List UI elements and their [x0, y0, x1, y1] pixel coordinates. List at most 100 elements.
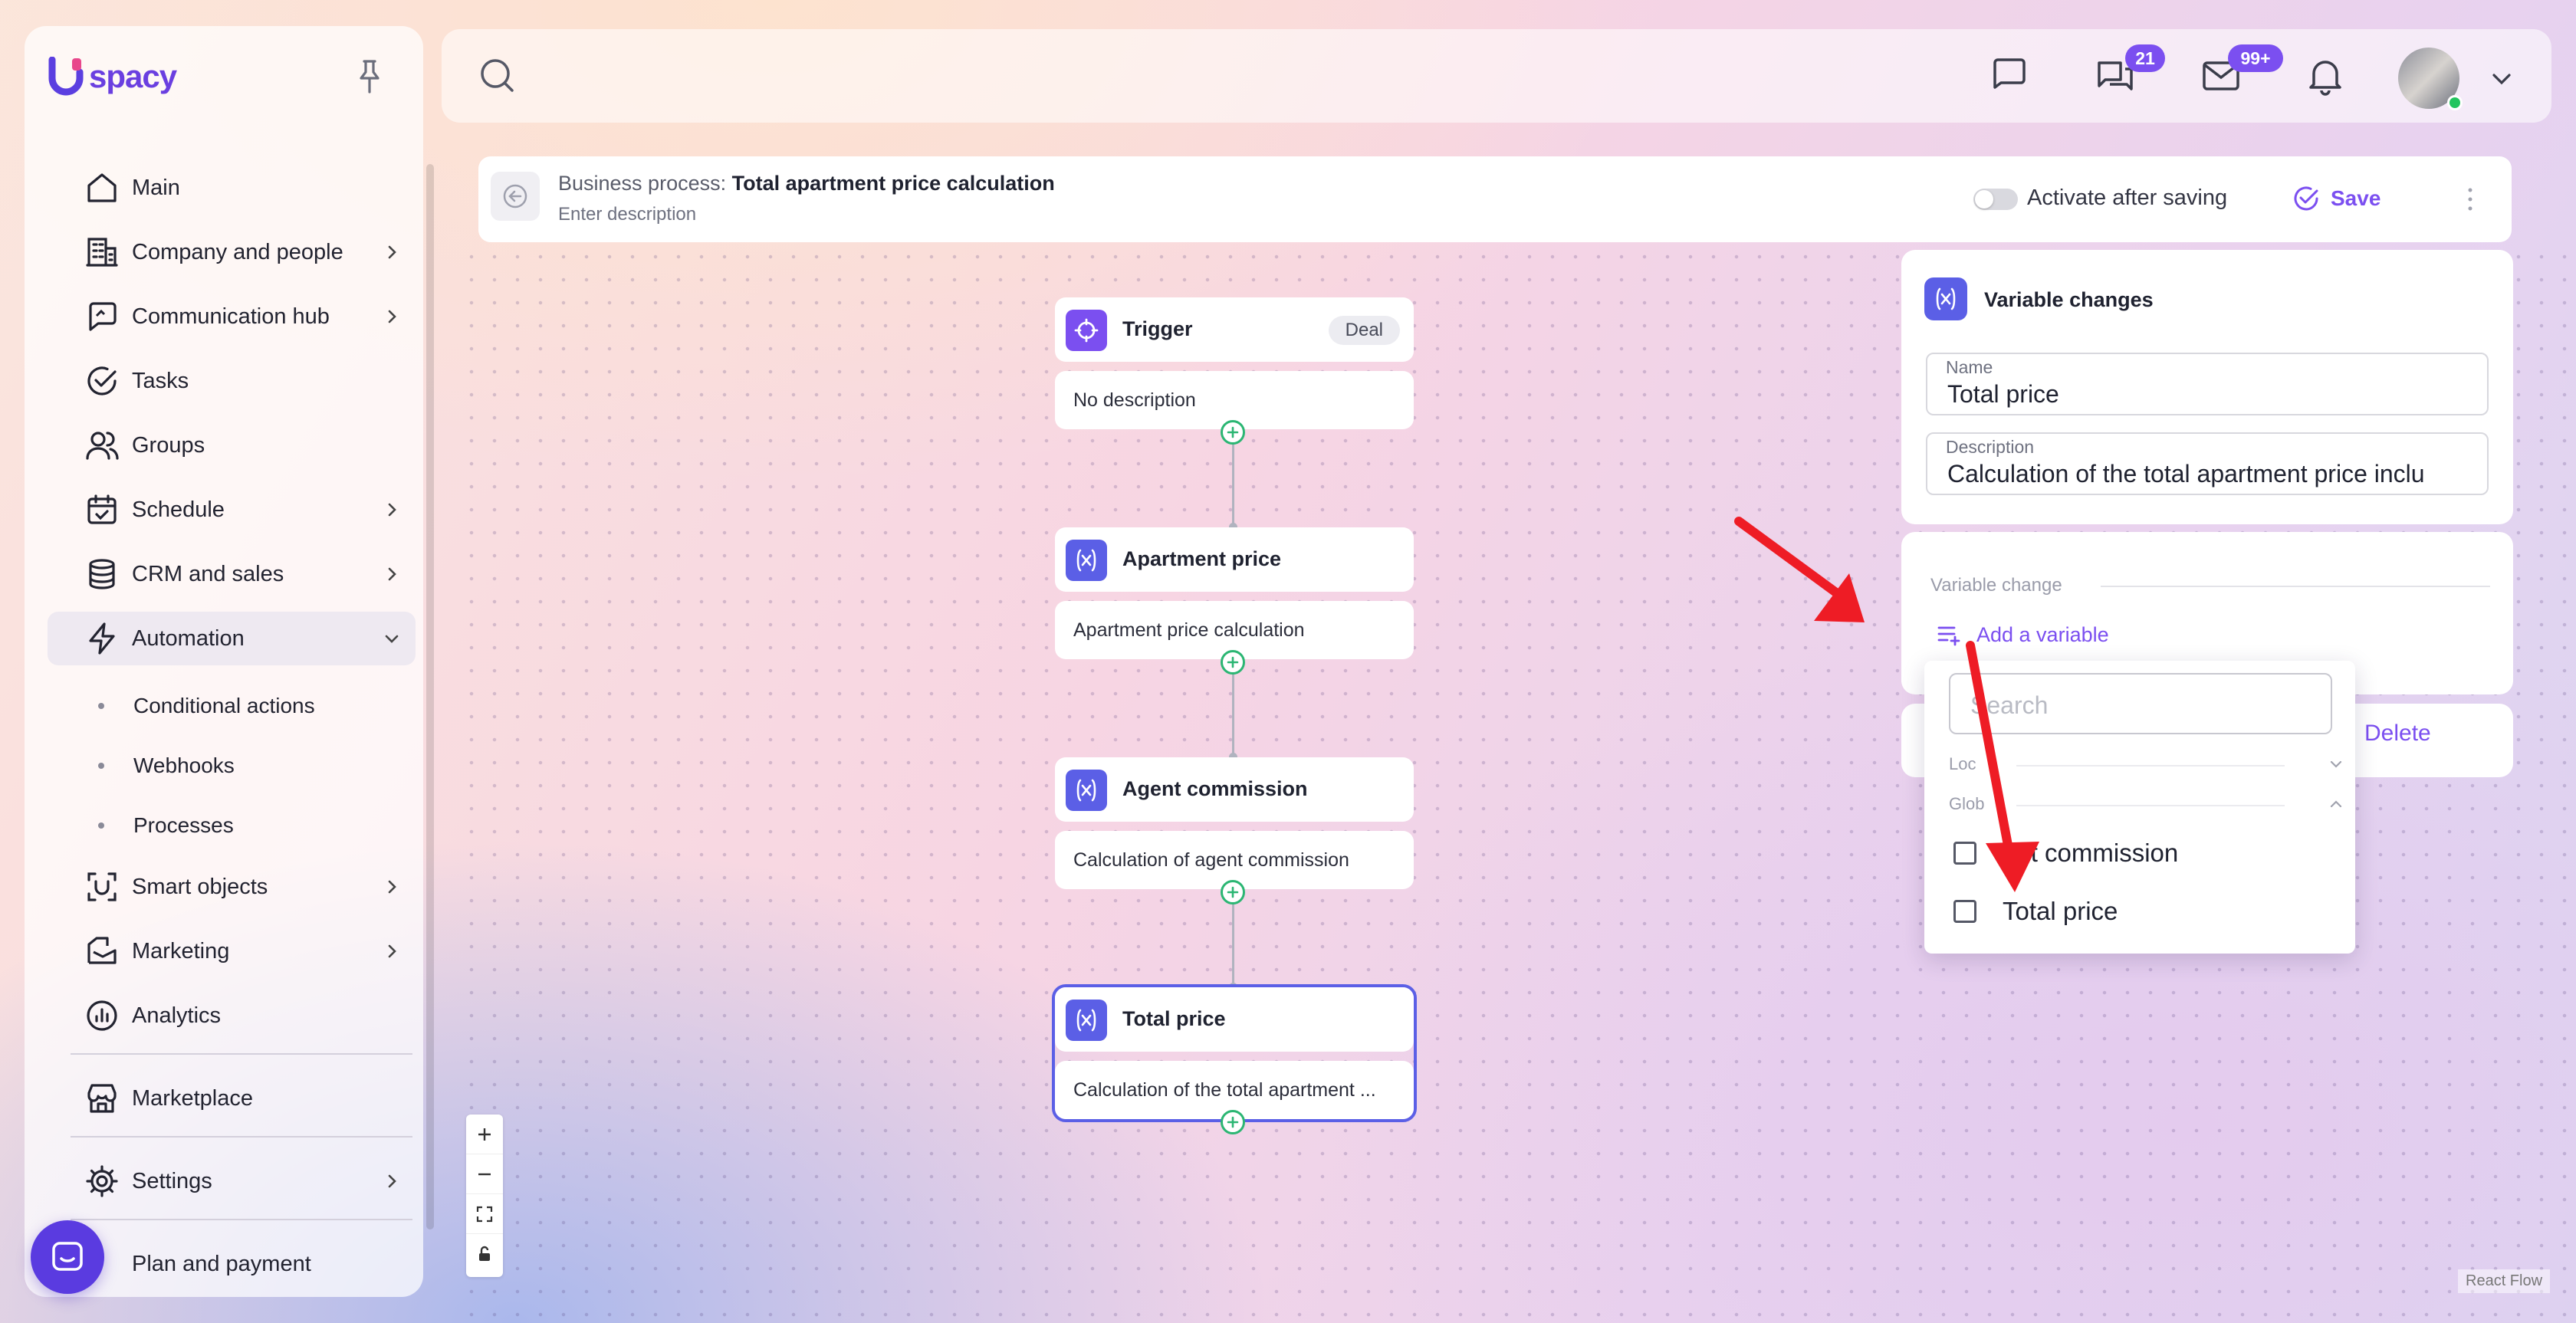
sidebar-divider: [71, 1219, 412, 1220]
sidebar-item-automation[interactable]: Automation: [48, 612, 416, 665]
checkbox[interactable]: [1953, 900, 1976, 923]
section-label: Variable change: [1930, 575, 2062, 596]
plus-icon: [1227, 426, 1239, 438]
sidebar-item-groups[interactable]: Groups: [48, 419, 416, 472]
dropdown-option[interactable]: Total price: [1953, 891, 2118, 932]
fullscreen-icon: [476, 1206, 493, 1222]
logo-text: spacy: [89, 58, 177, 94]
sidebar-item-smart-objects[interactable]: Smart objects: [48, 860, 416, 914]
minus-icon: [478, 1173, 491, 1175]
users-icon: [86, 432, 119, 460]
zoom-out-button[interactable]: [466, 1154, 503, 1194]
add-variable-label: Add a variable: [1976, 622, 2109, 646]
group-local-label[interactable]: Loc: [1949, 754, 1976, 774]
name-field[interactable]: Name Total price: [1926, 353, 2489, 415]
sidebar-subitem-processes[interactable]: Processes: [48, 796, 416, 855]
plus-icon: [1227, 656, 1239, 668]
activate-toggle[interactable]: [1973, 189, 2018, 210]
add-step-button[interactable]: [1221, 880, 1245, 904]
sidebar-item-marketing[interactable]: Marketing: [48, 924, 416, 978]
add-variable-button[interactable]: Add a variable: [1937, 622, 2109, 647]
more-vertical-icon[interactable]: [2463, 184, 2478, 215]
back-button[interactable]: [491, 172, 540, 221]
dropdown-option[interactable]: ent commission: [1953, 832, 2178, 874]
chevron-right-icon: [388, 567, 396, 581]
total-price-node[interactable]: Total price: [1055, 987, 1414, 1052]
option-label: Total price: [2003, 897, 2118, 925]
sidebar-item-communication[interactable]: Communication hub: [48, 290, 416, 343]
lightning-icon: [89, 622, 115, 655]
description-field-label: Description: [1946, 437, 2035, 457]
sidebar-subitem-webhooks[interactable]: Webhooks: [48, 736, 416, 796]
support-chat-button[interactable]: [31, 1220, 104, 1294]
save-button[interactable]: Save: [2292, 179, 2380, 218]
sidebar-item-analytics[interactable]: Analytics: [48, 989, 416, 1042]
chevron-down-icon[interactable]: [2489, 66, 2515, 92]
name-field-value: Total price: [1947, 380, 2059, 408]
variable-icon: [1936, 287, 1956, 310]
add-step-button[interactable]: [1221, 650, 1245, 675]
node-title: Agent commission: [1122, 777, 1308, 800]
sidebar-item-tasks[interactable]: Tasks: [48, 354, 416, 408]
sidebar-divider: [71, 1053, 412, 1055]
chat-icon: [89, 302, 117, 331]
process-description[interactable]: Enter description: [558, 204, 696, 225]
sidebar-item-settings[interactable]: Settings: [48, 1154, 416, 1208]
user-avatar[interactable]: [2398, 48, 2463, 110]
name-field-label: Name: [1946, 357, 1993, 377]
home-icon: [87, 173, 117, 202]
sidebar-item-label: Groups: [132, 432, 205, 458]
agent-commission-node[interactable]: Agent commission: [1055, 757, 1414, 822]
sidebar-subitem-conditional-actions[interactable]: Conditional actions: [48, 676, 416, 736]
react-flow-attribution[interactable]: React Flow: [2458, 1269, 2551, 1293]
fit-view-button[interactable]: [466, 1194, 503, 1234]
lock-icon: [479, 1246, 490, 1261]
sidebar-item-company[interactable]: Company and people: [48, 225, 416, 279]
pin-icon[interactable]: [354, 58, 385, 95]
logo[interactable]: spacy: [48, 57, 177, 97]
chevron-down-icon[interactable]: [2329, 757, 2343, 771]
delete-button[interactable]: Delete: [2364, 721, 2431, 747]
chart-icon: [87, 1000, 117, 1031]
add-step-button[interactable]: [1221, 1110, 1245, 1134]
sidebar-scrollbar[interactable]: [426, 164, 434, 1229]
check-circle-icon: [87, 366, 117, 396]
message-icon[interactable]: [1989, 54, 2030, 95]
section-divider: [2101, 586, 2490, 587]
bell-icon[interactable]: [2305, 55, 2346, 97]
description-field-value: Calculation of the total apartment price…: [1947, 460, 2425, 488]
chevron-down-icon: [385, 635, 399, 643]
trigger-node[interactable]: Trigger Deal: [1055, 297, 1414, 362]
online-status-dot: [2447, 95, 2463, 110]
store-icon: [87, 1084, 117, 1113]
variable-icon: [1076, 1009, 1096, 1032]
variable-icon: [1076, 779, 1096, 802]
chevron-right-icon: [388, 245, 396, 259]
add-step-button[interactable]: [1221, 420, 1245, 445]
zoom-in-button[interactable]: [466, 1115, 503, 1154]
apartment-price-node[interactable]: Apartment price: [1055, 527, 1414, 592]
process-title[interactable]: Business process: Total apartment price …: [558, 172, 1055, 195]
edge-connector: [1232, 675, 1234, 759]
sidebar-item-label: Smart objects: [132, 874, 268, 899]
chevron-right-icon: [388, 1174, 396, 1188]
process-title-prefix: Business process:: [558, 172, 727, 195]
sidebar-item-crm[interactable]: CRM and sales: [48, 547, 416, 601]
checkbox[interactable]: [1953, 842, 1976, 865]
sidebar-item-marketplace[interactable]: Marketplace: [48, 1072, 416, 1125]
chevron-up-icon[interactable]: [2329, 797, 2343, 811]
mail-badge: 99+: [2228, 44, 2283, 72]
sidebar-item-schedule[interactable]: Schedule: [48, 483, 416, 537]
dropdown-search-input[interactable]: Search: [1949, 673, 2332, 734]
plus-icon: [478, 1128, 491, 1141]
description-field[interactable]: Description Calculation of the total apa…: [1926, 432, 2489, 495]
lock-button[interactable]: [466, 1234, 503, 1274]
variable-node-icon: [1066, 770, 1107, 811]
node-title: Trigger: [1122, 317, 1193, 340]
chevron-right-icon: [388, 310, 396, 323]
zoom-controls: [466, 1115, 503, 1277]
sidebar-item-main[interactable]: Main: [48, 161, 416, 215]
group-global-label[interactable]: Glob: [1949, 794, 1984, 814]
search-icon[interactable]: [477, 55, 518, 97]
plus-icon: [1227, 886, 1239, 898]
